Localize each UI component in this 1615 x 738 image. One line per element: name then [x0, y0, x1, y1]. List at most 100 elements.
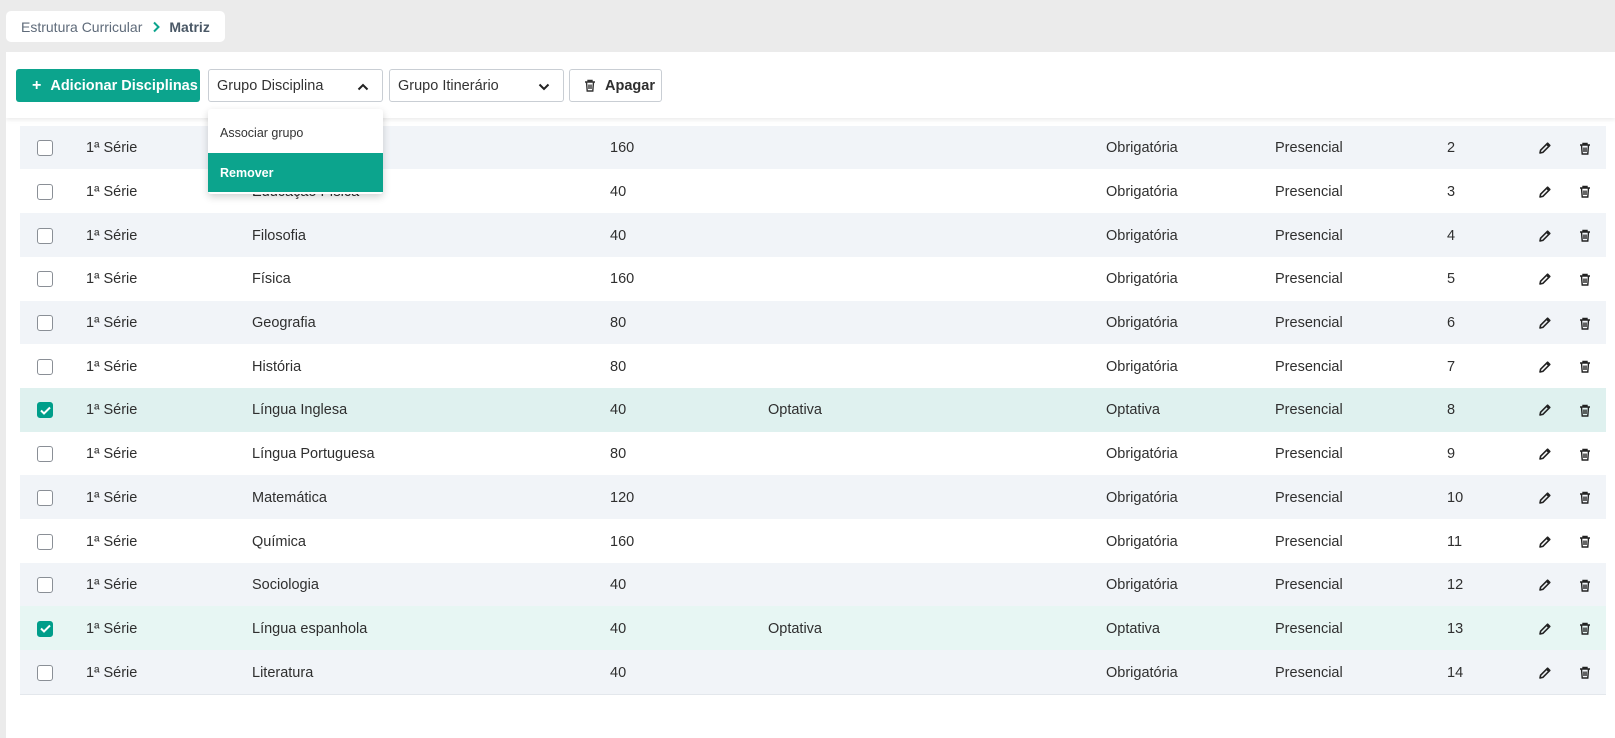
cell-disciplina: Física — [252, 271, 291, 288]
add-disciplinas-button[interactable]: + Adicionar Disciplinas — [16, 69, 200, 102]
cell-modalidade: Presencial — [1275, 402, 1343, 419]
cell-tipo: Obrigatória — [1106, 577, 1178, 594]
apagar-button[interactable]: Apagar — [569, 69, 662, 102]
cell-modalidade: Presencial — [1275, 358, 1343, 375]
row-checkbox[interactable] — [37, 446, 53, 463]
trash-icon[interactable] — [1577, 213, 1593, 258]
row-checkbox[interactable] — [37, 183, 53, 200]
cell-ordem: 7 — [1447, 358, 1456, 375]
apagar-label: Apagar — [605, 77, 655, 94]
row-checkbox[interactable] — [37, 577, 53, 594]
cell-disciplina: Química — [252, 533, 306, 550]
cell-serie: 1ª Série — [86, 271, 138, 288]
cell-tipo: Obrigatória — [1106, 271, 1178, 288]
trash-icon[interactable] — [1577, 475, 1593, 520]
row-checkbox-cell — [37, 213, 53, 258]
row-checkbox[interactable] — [37, 489, 53, 506]
row-checkbox[interactable] — [37, 358, 53, 375]
cell-carga-horaria: 160 — [610, 140, 635, 157]
row-checkbox-cell — [37, 475, 53, 520]
edit-icon[interactable] — [1537, 519, 1553, 564]
edit-icon[interactable] — [1537, 475, 1553, 520]
cell-modalidade: Presencial — [1275, 183, 1343, 200]
row-checkbox[interactable] — [37, 271, 53, 288]
row-checkbox[interactable] — [37, 620, 53, 637]
edit-icon[interactable] — [1537, 126, 1553, 171]
row-checkbox[interactable] — [37, 402, 53, 419]
chevron-right-icon — [152, 21, 161, 33]
edit-icon[interactable] — [1537, 650, 1553, 695]
trash-icon[interactable] — [1577, 563, 1593, 608]
trash-icon[interactable] — [1577, 257, 1593, 302]
trash-icon[interactable] — [1577, 169, 1593, 214]
breadcrumb-item-estrutura[interactable]: Estrutura Curricular — [21, 19, 142, 35]
cell-carga-horaria: 80 — [610, 446, 627, 463]
cell-serie: 1ª Série — [86, 402, 138, 419]
grupo-disciplina-select[interactable]: Grupo Disciplina — [208, 69, 383, 102]
row-checkbox[interactable] — [37, 227, 53, 244]
edit-icon[interactable] — [1537, 169, 1553, 214]
table-row: 1ª Série Geografia 80 Obrigatória Presencial… — [20, 300, 1606, 346]
trash-icon[interactable] — [1577, 301, 1593, 346]
row-checkbox[interactable] — [37, 533, 53, 550]
cell-carga-horaria: 40 — [610, 227, 627, 244]
trash-icon[interactable] — [1577, 432, 1593, 477]
trash-icon[interactable] — [1577, 344, 1593, 389]
row-checkbox-cell — [37, 650, 53, 695]
table-row: 1ª Série Língua Portuguesa 80 Obrigatória Pr… — [20, 431, 1606, 477]
cell-modalidade: Presencial — [1275, 489, 1343, 506]
edit-icon[interactable] — [1537, 257, 1553, 302]
row-checkbox-cell — [37, 519, 53, 564]
trash-icon[interactable] — [1577, 126, 1593, 171]
cell-tipo: Obrigatória — [1106, 358, 1178, 375]
cell-serie: 1ª Série — [86, 358, 138, 375]
grupo-disciplina-menu: Associar grupo Remover — [208, 109, 383, 194]
cell-tipo: Obrigatória — [1106, 140, 1178, 157]
trash-icon[interactable] — [1577, 606, 1593, 651]
trash-icon[interactable] — [1577, 650, 1593, 695]
trash-icon[interactable] — [1577, 519, 1593, 564]
cell-ordem: 2 — [1447, 140, 1456, 157]
chevron-up-icon — [357, 80, 369, 96]
menu-item-remover[interactable]: Remover — [208, 153, 383, 192]
edit-icon[interactable] — [1537, 301, 1553, 346]
edit-icon[interactable] — [1537, 606, 1553, 651]
cell-tipo: Obrigatória — [1106, 446, 1178, 463]
cell-carga-horaria: 40 — [610, 664, 627, 681]
cell-modalidade: Presencial — [1275, 664, 1343, 681]
edit-icon[interactable] — [1537, 344, 1553, 389]
cell-carga-horaria: 40 — [610, 183, 627, 200]
cell-carga-horaria: 80 — [610, 358, 627, 375]
cell-ordem: 3 — [1447, 183, 1456, 200]
edit-icon[interactable] — [1537, 388, 1553, 433]
edit-icon[interactable] — [1537, 432, 1553, 477]
row-checkbox-cell — [37, 432, 53, 477]
cell-disciplina: Matemática — [252, 489, 327, 506]
table-row: 1ª Série Filosofia 40 Obrigatória Presencial… — [20, 213, 1606, 259]
cell-ordem: 8 — [1447, 402, 1456, 419]
menu-item-associar-grupo[interactable]: Associar grupo — [208, 113, 383, 152]
row-checkbox-cell — [37, 257, 53, 302]
row-checkbox[interactable] — [37, 140, 53, 157]
cell-modalidade: Presencial — [1275, 577, 1343, 594]
row-checkbox[interactable] — [37, 664, 53, 681]
cell-tipo: Optativa — [1106, 620, 1160, 637]
cell-ordem: 4 — [1447, 227, 1456, 244]
row-checkbox-cell — [37, 388, 53, 433]
grupo-itinerario-select[interactable]: Grupo Itinerário — [389, 69, 564, 102]
cell-disciplina: Língua Portuguesa — [252, 446, 375, 463]
cell-ordem: 12 — [1447, 577, 1464, 594]
row-checkbox[interactable] — [37, 315, 53, 331]
trash-icon[interactable] — [1577, 388, 1593, 433]
cell-serie: 1ª Série — [86, 227, 138, 244]
cell-modalidade: Presencial — [1275, 271, 1343, 288]
row-checkbox-cell — [37, 344, 53, 389]
cell-modalidade: Presencial — [1275, 446, 1343, 463]
edit-icon[interactable] — [1537, 563, 1553, 608]
cell-modalidade: Presencial — [1275, 315, 1343, 331]
cell-ordem: 5 — [1447, 271, 1456, 288]
cell-tipo: Obrigatória — [1106, 227, 1178, 244]
cell-serie: 1ª Série — [86, 446, 138, 463]
cell-modalidade: Presencial — [1275, 140, 1343, 157]
edit-icon[interactable] — [1537, 213, 1553, 258]
